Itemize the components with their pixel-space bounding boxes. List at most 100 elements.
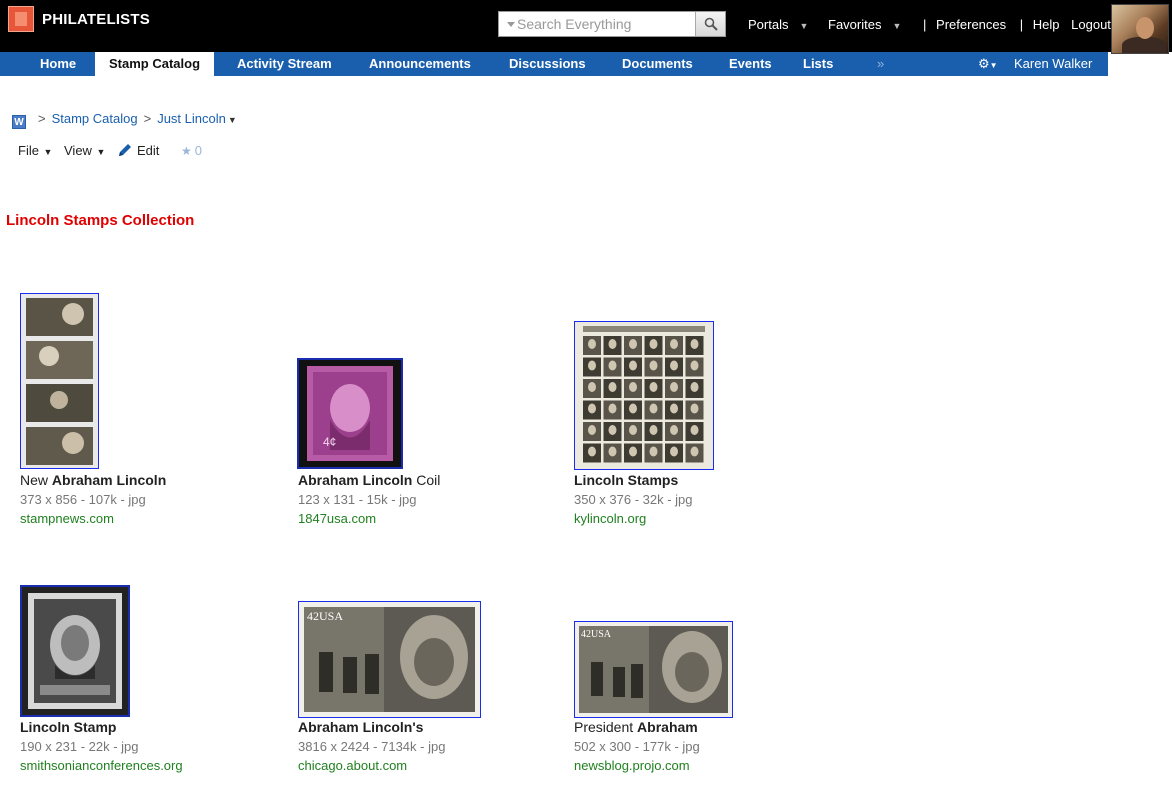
result-host[interactable]: kylincoln.org: [574, 511, 646, 526]
result-thumbnail[interactable]: [574, 321, 714, 470]
mini-stamp-portrait: [690, 339, 699, 349]
mini-stamp-portrait: [629, 403, 637, 414]
star-icon[interactable]: ★: [181, 144, 192, 158]
result-thumbnail[interactable]: 42USA: [298, 601, 481, 718]
breadcrumb-separator: >: [38, 111, 46, 126]
page-title: Lincoln Stamps Collection: [6, 212, 195, 229]
logout-link[interactable]: Logout: [1071, 17, 1111, 32]
mini-stamp-portrait: [588, 403, 596, 414]
title-bold: Lincoln Stamps: [574, 472, 679, 488]
tab-stamp-catalog[interactable]: Stamp Catalog: [95, 52, 215, 76]
search-scope-dropdown-icon[interactable]: [507, 22, 515, 27]
mini-stamp-portrait: [608, 382, 617, 392]
result-thumbnail[interactable]: [20, 293, 99, 469]
tab-documents[interactable]: Documents: [622, 52, 693, 76]
user-name[interactable]: Karen Walker: [1014, 52, 1092, 76]
mini-stamp-portrait: [690, 403, 699, 414]
mini-stamp-portrait: [690, 446, 699, 457]
result-host[interactable]: newsblog.projo.com: [574, 758, 690, 773]
mini-stamp-portrait: [588, 446, 596, 457]
result-title[interactable]: President Abraham: [574, 719, 698, 735]
more-tabs-icon[interactable]: »: [877, 52, 884, 76]
mini-stamp-portrait: [649, 403, 658, 414]
result-title[interactable]: Abraham Lincoln's: [298, 719, 423, 735]
mini-stamp-portrait: [649, 382, 658, 392]
mini-stamp-portrait: [670, 403, 678, 414]
chevron-down-icon: ▼: [93, 147, 106, 157]
view-label: View: [64, 143, 92, 158]
result-title[interactable]: New Abraham Lincoln: [20, 472, 166, 488]
title-bold: Abraham Lincoln: [51, 472, 167, 488]
title-text: President: [574, 719, 638, 735]
app-logo-icon[interactable]: [8, 6, 34, 32]
app-title[interactable]: PHILATELISTS: [42, 11, 150, 28]
tab-announcements[interactable]: Announcements: [369, 52, 471, 76]
breadcrumb-item-stamp-catalog[interactable]: Stamp Catalog: [52, 111, 138, 126]
result-host[interactable]: chicago.about.com: [298, 758, 407, 773]
stamp-image: [22, 587, 128, 715]
wiki-icon[interactable]: W: [12, 115, 26, 129]
mini-stamp-portrait: [670, 425, 678, 435]
global-links: Portals ▼ Favorites ▼ | Preferences | Help…: [748, 17, 1119, 32]
stamp-image: [575, 322, 713, 469]
tab-discussions[interactable]: Discussions: [509, 52, 586, 76]
view-menu[interactable]: View ▼: [64, 143, 105, 158]
file-menu[interactable]: File ▼: [18, 143, 52, 158]
search-button[interactable]: [695, 12, 725, 36]
tab-events[interactable]: Events: [729, 52, 772, 76]
avatar-shirt: [1122, 37, 1166, 53]
mini-stamp-portrait: [629, 425, 637, 435]
mini-stamp-portrait: [649, 360, 658, 371]
divider: |: [923, 17, 927, 32]
favorites-menu[interactable]: Favorites ▼: [828, 17, 909, 32]
gear-icon[interactable]: ⚙▼: [978, 52, 998, 78]
avatar-face: [1136, 17, 1154, 39]
mini-stamp-portrait: [670, 360, 678, 371]
title-text: New: [20, 472, 52, 488]
edit-label: Edit: [137, 143, 160, 158]
stamp-image: 42USA: [299, 602, 480, 717]
portals-menu[interactable]: Portals ▼: [748, 17, 816, 32]
chevron-down-icon: ▼: [40, 147, 53, 157]
result-host[interactable]: stampnews.com: [20, 511, 114, 526]
result-meta: 350 x 376 - 32k - jpg: [574, 492, 693, 507]
mini-stamp-portrait: [588, 382, 596, 392]
stamp-image: [21, 294, 98, 468]
mini-stamp-portrait: [629, 446, 637, 457]
mini-stamp-portrait: [608, 339, 617, 349]
result-host[interactable]: 1847usa.com: [298, 511, 376, 526]
result-meta: 373 x 856 - 107k - jpg: [20, 492, 146, 507]
page-toolbar: File ▼ View ▼ Edit ★ 0: [18, 143, 202, 158]
help-link[interactable]: Help: [1033, 17, 1060, 32]
portals-label: Portals: [748, 17, 789, 32]
mini-stamp-portrait: [690, 360, 699, 371]
search-input[interactable]: [517, 15, 687, 33]
svg-text:4¢: 4¢: [323, 435, 336, 449]
mini-stamp-portrait: [608, 360, 617, 371]
result-host[interactable]: smithsonianconferences.org: [20, 758, 183, 773]
result-title[interactable]: Lincoln Stamps: [574, 472, 678, 488]
result-meta: 190 x 231 - 22k - jpg: [20, 739, 139, 754]
divider: |: [1019, 17, 1024, 32]
nav-bar: Home Stamp Catalog Activity Stream Annou…: [0, 52, 1108, 76]
result-thumbnail[interactable]: [20, 585, 130, 717]
result-title[interactable]: Lincoln Stamp: [20, 719, 116, 735]
edit-button[interactable]: Edit: [117, 143, 163, 158]
mini-stamp-portrait: [608, 403, 617, 414]
breadcrumb-item-just-lincoln[interactable]: Just Lincoln: [157, 111, 226, 126]
result-thumbnail[interactable]: 4¢: [297, 358, 403, 469]
tab-activity-stream[interactable]: Activity Stream: [237, 52, 332, 76]
chevron-down-icon[interactable]: ▼: [228, 115, 237, 125]
stamp-image: 42USA: [575, 622, 732, 717]
mini-stamp-portrait: [649, 339, 658, 349]
tab-lists[interactable]: Lists: [803, 52, 833, 76]
avatar[interactable]: [1111, 4, 1169, 54]
result-thumbnail[interactable]: 42USA: [574, 621, 733, 718]
mini-stamp-portrait: [649, 446, 658, 457]
result-title[interactable]: Abraham Lincoln Coil: [298, 472, 440, 488]
rating-count: 0: [194, 143, 203, 158]
mini-stamp-portrait: [690, 382, 699, 392]
mini-stamp-portrait: [588, 339, 596, 349]
tab-home[interactable]: Home: [40, 52, 76, 76]
preferences-link[interactable]: Preferences: [936, 17, 1006, 32]
